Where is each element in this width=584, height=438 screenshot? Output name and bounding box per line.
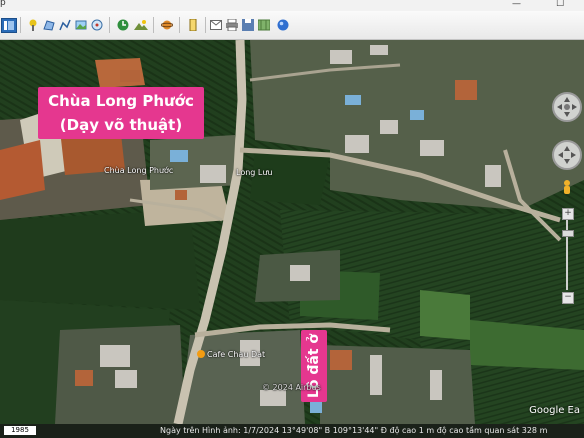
placemark-icon[interactable] [26,18,40,31]
toolbar-separator [179,17,180,33]
place-pin-icon [197,350,205,358]
pagoda-label-line1: Chùa Long Phước [48,92,194,110]
status-text: Ngày trên Hình ảnh: 1/7/2024 13°49'08" B… [160,426,548,435]
historical-imagery-icon[interactable] [116,18,130,31]
zoom-out-icon[interactable]: − [562,292,574,304]
sidebar-icon[interactable] [1,18,17,33]
layers-icon[interactable] [276,18,290,31]
email-icon[interactable] [209,18,223,31]
path-icon[interactable] [58,18,72,31]
scale-legend: 1985 [4,426,36,435]
toolbar-separator [205,17,206,33]
maximize-button[interactable]: ☐ [556,0,564,10]
satellite-map-view[interactable]: Chùa Long Phước (Dạy võ thuật) Lô đất ở … [0,40,584,424]
move-joystick[interactable] [552,140,582,170]
app-title: p [0,0,6,8]
look-arrows-icon [557,97,577,117]
tour-icon[interactable] [90,18,104,31]
status-bar: Ngày trên Hình ảnh: 1/7/2024 13°49'08" B… [0,424,584,438]
polygon-icon[interactable] [42,18,56,31]
zoom-slider[interactable]: + − [560,208,574,308]
toolbar-separator [20,17,21,33]
place-label-cafe[interactable]: Cafe Chau Dat [197,350,265,359]
pagoda-label-line2: (Dạy võ thuật) [59,116,183,134]
google-earth-logo: Google Ea [529,405,580,416]
imagery-copyright: © 2024 Airbus [262,383,321,392]
toolbar-separator [109,17,110,33]
save-image-icon[interactable] [241,18,255,31]
look-joystick[interactable] [552,92,582,122]
move-arrows-icon [558,146,576,164]
zoom-in-icon[interactable]: + [562,208,574,220]
toolbar-separator [153,17,154,33]
place-label-cafe-text: Cafe Chau Dat [207,350,266,359]
minimize-button[interactable]: — [512,0,521,10]
print-icon[interactable] [225,18,239,31]
pagoda-label: Chùa Long Phước (Dạy võ thuật) [38,87,204,139]
ruler-icon[interactable] [186,18,200,31]
maps-icon[interactable] [257,18,271,31]
toolbar [0,11,584,40]
place-label-chua-long-phuoc[interactable]: Chùa Long Phước [104,166,173,175]
street-view-pegman-icon[interactable] [562,180,572,198]
image-overlay-icon[interactable] [74,18,88,31]
planets-icon[interactable] [160,18,174,31]
sunlight-icon[interactable] [134,18,148,31]
place-label-long-luu[interactable]: Long Lưu [236,168,273,177]
zoom-thumb[interactable] [562,230,574,237]
